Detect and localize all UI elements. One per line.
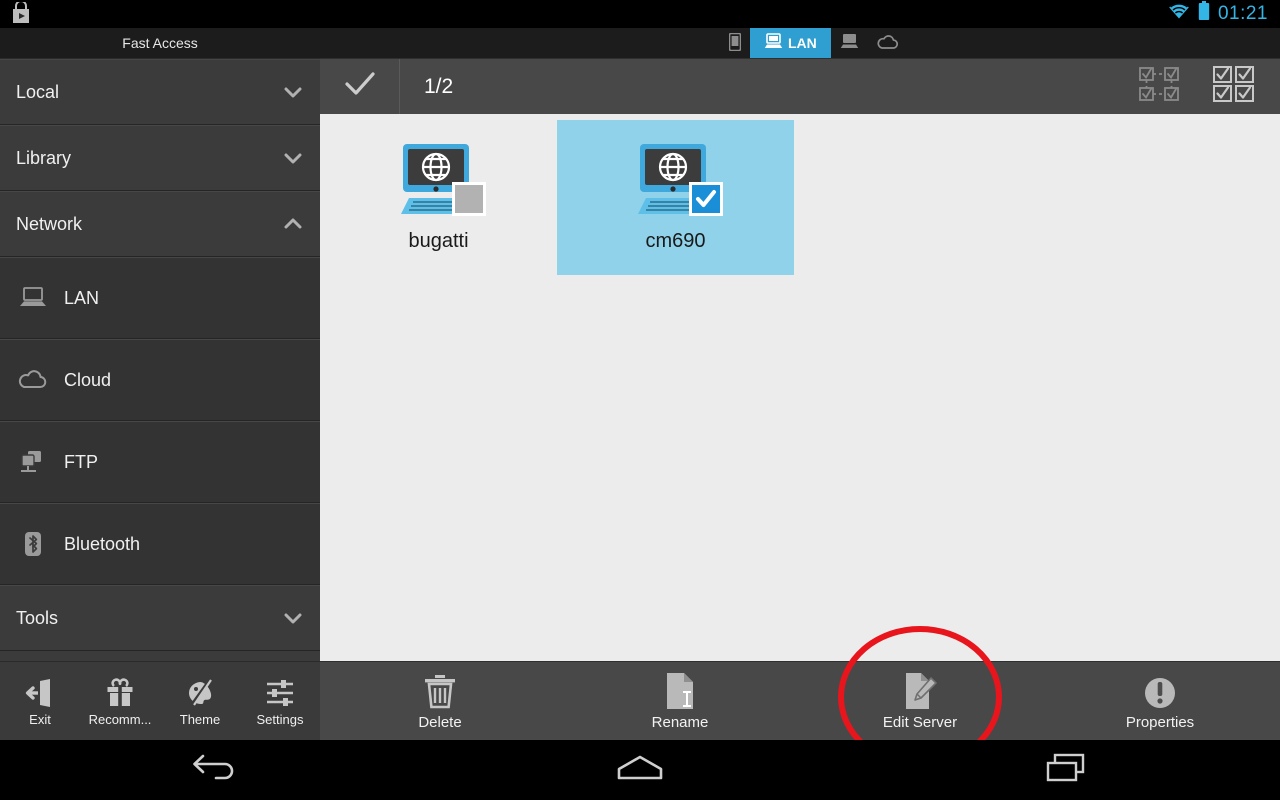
sidebar-item-label: Cloud — [64, 369, 112, 390]
settings-button[interactable]: Settings — [240, 662, 320, 740]
edit-server-button[interactable]: Edit Server — [800, 662, 1040, 740]
sidebar-item-label: Tools — [16, 607, 59, 628]
computer-icon — [840, 33, 859, 53]
sidebar-item-network[interactable]: Network — [0, 191, 320, 257]
home-icon — [616, 754, 664, 787]
action-button-label: Delete — [418, 713, 462, 731]
chevron-down-icon — [282, 607, 304, 629]
select-all-icon[interactable] — [1212, 64, 1256, 109]
back-arrow-icon — [191, 753, 235, 788]
sidebar-item-label: Bluetooth — [64, 533, 141, 554]
tab-lan-label: LAN — [788, 35, 817, 51]
checkmark-icon — [343, 69, 377, 104]
list-item[interactable]: cm690 — [557, 120, 794, 275]
lan-computer-icon — [764, 33, 783, 53]
cloud-icon — [16, 368, 50, 392]
info-exclamation-icon — [1143, 672, 1177, 710]
sidebar-item-library[interactable]: Library — [0, 125, 320, 191]
action-button-label: Edit Server — [882, 713, 958, 731]
chevron-down-icon — [282, 147, 304, 169]
status-bar-clock: 01:21 — [1217, 3, 1268, 24]
tab-strip: LAN — [720, 28, 908, 58]
battery-icon — [1198, 1, 1210, 27]
sliders-icon — [264, 675, 296, 709]
document-edit-icon — [903, 672, 937, 710]
sidebar-item-ftp[interactable]: FTP — [0, 421, 320, 503]
checkbox-unchecked-icon[interactable] — [451, 181, 487, 222]
exit-button[interactable]: Exit — [0, 662, 80, 740]
list-item-label: bugatti — [408, 230, 469, 252]
exit-icon — [24, 675, 56, 709]
nav-recents-button[interactable] — [853, 752, 1280, 789]
sidebar-item-label: Network — [16, 213, 83, 234]
tab-cloud[interactable] — [868, 28, 908, 58]
sidebar-item-local[interactable]: Local — [0, 59, 320, 125]
recommend-button[interactable]: Recomm... — [80, 662, 160, 740]
status-bar-right: 01:21 — [1168, 1, 1280, 27]
tab-lan[interactable]: LAN — [750, 28, 831, 58]
android-nav-bar — [0, 740, 1280, 800]
nav-back-button[interactable] — [0, 753, 427, 788]
sidebar-item-label: FTP — [64, 451, 98, 472]
status-bar: 01:21 — [0, 0, 1280, 28]
chevron-down-icon — [282, 81, 304, 103]
action-button-label: Properties — [1125, 713, 1195, 731]
server-icon — [16, 449, 50, 475]
sidebar: Local Library Network LAN Cloud FTP Blue… — [0, 58, 320, 661]
network-computer-icon — [395, 142, 486, 220]
action-button-label: Rename — [651, 713, 709, 731]
sidebar-item-bluetooth[interactable]: Bluetooth — [0, 503, 320, 585]
app-title: Fast Access — [122, 35, 198, 51]
document-rename-icon — [664, 672, 696, 710]
select-inverse-icon[interactable] — [1136, 64, 1182, 109]
cloud-icon — [877, 34, 899, 53]
sidebar-item-cloud[interactable]: Cloud — [0, 339, 320, 421]
recents-icon — [1045, 752, 1089, 789]
bluetooth-icon — [16, 531, 50, 557]
phone-icon — [728, 32, 742, 54]
content-toolbar: 1/2 — [320, 58, 1280, 114]
rename-button[interactable]: Rename — [560, 662, 800, 740]
chevron-up-icon — [282, 213, 304, 235]
title-strip: Fast Access LAN — [0, 28, 1280, 58]
sidebar-item-label: Local — [16, 81, 60, 102]
tool-button-label: Exit — [29, 712, 51, 727]
selection-count: 1/2 — [424, 74, 454, 98]
play-store-icon — [10, 0, 32, 26]
checkbox-checked-icon[interactable] — [688, 181, 724, 222]
file-content-area: bugatti cm690 — [320, 114, 1280, 661]
tool-button-label: Theme — [179, 712, 221, 727]
file-grid: bugatti cm690 — [320, 120, 794, 275]
nav-home-button[interactable] — [427, 754, 854, 787]
properties-button[interactable]: Properties — [1040, 662, 1280, 740]
sidebar-item-lan[interactable]: LAN — [0, 257, 320, 339]
wifi-icon — [1168, 2, 1190, 26]
tab-phone[interactable] — [720, 28, 750, 58]
sidebar-item-tools[interactable]: Tools — [0, 585, 320, 651]
android-screen: 01:21 Fast Access LAN Local Library Netw… — [0, 0, 1280, 800]
delete-button[interactable]: Delete — [320, 662, 560, 740]
sidebar-item-label: Library — [16, 147, 72, 168]
list-item-label: cm690 — [645, 230, 706, 252]
theme-button[interactable]: Theme — [160, 662, 240, 740]
tool-button-label: Settings — [256, 712, 304, 727]
confirm-selection-button[interactable] — [320, 59, 400, 114]
tab-computer[interactable] — [831, 28, 868, 58]
list-item[interactable]: bugatti — [320, 120, 557, 275]
gift-icon — [104, 675, 136, 709]
network-computer-icon — [632, 142, 723, 220]
content-toolbar-actions — [1136, 64, 1280, 109]
laptop-icon — [16, 286, 50, 310]
status-bar-notifications — [0, 0, 32, 26]
action-bar: Delete Rename Edit Server Properties — [320, 661, 1280, 740]
sidebar-item-label: LAN — [64, 287, 100, 308]
palette-icon — [184, 675, 216, 709]
tools-bar: Exit Recomm... Theme Settings — [0, 661, 320, 740]
tool-button-label: Recomm... — [88, 712, 152, 727]
trash-icon — [423, 672, 457, 710]
